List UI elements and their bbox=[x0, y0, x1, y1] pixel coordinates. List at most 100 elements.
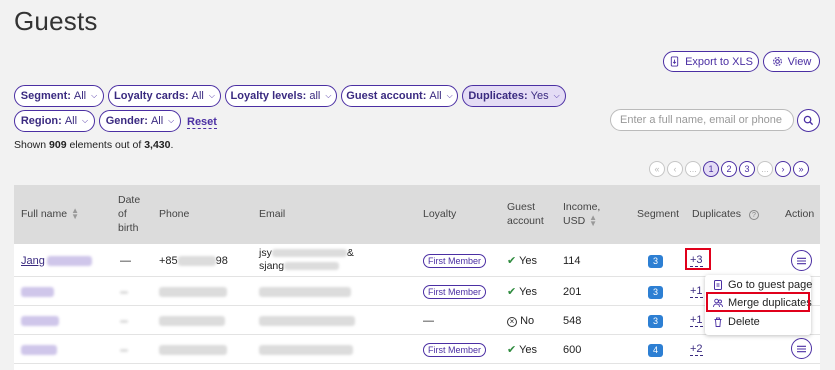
filter-key: Duplicates: bbox=[468, 90, 528, 102]
menu-icon bbox=[797, 345, 806, 352]
reset-filters-link[interactable]: Reset bbox=[187, 116, 217, 129]
check-circle-icon: ✔ bbox=[507, 255, 517, 267]
page-1-button[interactable]: 1 bbox=[703, 161, 719, 177]
pagination-ellipsis: ... bbox=[757, 161, 773, 177]
chevron-down-icon: ⌵ bbox=[446, 91, 453, 100]
account-value: Yes bbox=[519, 255, 538, 267]
guest-account: × No bbox=[507, 314, 534, 328]
guest-email bbox=[259, 285, 351, 299]
guest-income: 548 bbox=[563, 315, 582, 327]
duplicates-highlight bbox=[685, 248, 711, 270]
email-line2: sjang bbox=[259, 260, 285, 272]
check-circle-icon: ✔ bbox=[507, 286, 517, 298]
filter-gender[interactable]: Gender: All ⌵ bbox=[99, 110, 181, 132]
guest-phone: +85 98 bbox=[159, 254, 228, 268]
duplicates-link[interactable]: +1 bbox=[690, 314, 703, 327]
pagination: « ‹ ... 1 2 3 ... › » bbox=[649, 161, 809, 177]
filter-region[interactable]: Region: All ⌵ bbox=[14, 110, 95, 132]
menu-icon bbox=[797, 257, 806, 264]
sort-icon: ▲ ▼ bbox=[589, 213, 598, 229]
row-action-button[interactable] bbox=[791, 338, 812, 359]
prev-page-button[interactable]: ‹ bbox=[667, 161, 683, 177]
filter-value: Yes bbox=[530, 90, 549, 102]
filter-loyalty-levels[interactable]: Loyalty levels: all ⌵ bbox=[225, 85, 337, 107]
page-2-button[interactable]: 2 bbox=[721, 161, 737, 177]
guest-name[interactable] bbox=[21, 285, 54, 299]
segment-badge: 3 bbox=[648, 286, 663, 299]
x-circle-icon: × bbox=[507, 317, 517, 327]
last-page-button[interactable]: » bbox=[793, 161, 809, 177]
trash-icon bbox=[714, 317, 722, 327]
view-button[interactable]: View bbox=[763, 51, 820, 72]
filter-key: Loyalty levels: bbox=[230, 90, 307, 102]
redacted-dob bbox=[120, 348, 128, 352]
filter-key: Loyalty cards: bbox=[114, 90, 189, 102]
duplicates-link[interactable]: +2 bbox=[690, 343, 703, 356]
summary-prefix: Shown bbox=[14, 139, 47, 151]
guest-name[interactable]: Jang bbox=[21, 254, 92, 268]
redacted-dob bbox=[120, 290, 128, 294]
guest-income: 201 bbox=[563, 286, 582, 298]
filter-guest-account[interactable]: Guest account: All ⌵ bbox=[341, 85, 458, 107]
col-dob: Date of birth bbox=[118, 194, 141, 234]
guest-name-link[interactable]: Jang bbox=[21, 255, 45, 267]
email-line1: jsy bbox=[259, 247, 272, 259]
menu-delete[interactable]: Delete bbox=[713, 316, 760, 328]
row-action-button[interactable] bbox=[791, 250, 812, 271]
loyalty-empty: — bbox=[423, 315, 434, 327]
filter-value: All bbox=[150, 115, 164, 127]
gear-icon bbox=[772, 57, 782, 66]
view-label: View bbox=[787, 55, 812, 68]
search-button[interactable] bbox=[797, 109, 820, 132]
total-count: 3,430 bbox=[144, 139, 171, 151]
col-full-name[interactable]: Full name ▲ ▼ bbox=[21, 207, 79, 221]
col-phone: Phone bbox=[159, 208, 190, 220]
header-label: Duplicates bbox=[692, 208, 742, 220]
shown-count: 909 bbox=[49, 139, 67, 151]
menu-go-to-guest-page[interactable]: Go to guest page bbox=[713, 279, 812, 291]
chevron-down-icon: ⌵ bbox=[82, 116, 89, 125]
col-income[interactable]: Income, USD ▲ ▼ bbox=[563, 200, 625, 228]
check-circle-icon: ✔ bbox=[507, 344, 517, 356]
search-icon bbox=[803, 115, 814, 126]
col-email: Email bbox=[259, 208, 286, 220]
filter-value: All bbox=[429, 90, 442, 102]
filter-key: Segment: bbox=[20, 90, 71, 102]
col-action: Action bbox=[785, 208, 815, 220]
guest-dob: — bbox=[120, 255, 131, 267]
redacted-name bbox=[46, 256, 92, 267]
search-input[interactable] bbox=[610, 109, 794, 131]
table-header: Full name ▲ ▼ Date of birth Phone Email Lo… bbox=[14, 185, 820, 244]
guest-name[interactable] bbox=[21, 343, 57, 357]
next-page-button[interactable]: › bbox=[775, 161, 791, 177]
filter-value: All bbox=[191, 90, 204, 102]
page-title: Guests bbox=[14, 6, 98, 36]
filter-value: all bbox=[309, 90, 321, 102]
first-page-button[interactable]: « bbox=[649, 161, 665, 177]
redacted-name bbox=[21, 345, 57, 356]
page-3-button[interactable]: 3 bbox=[739, 161, 755, 177]
export-xls-button[interactable]: Export to XLS bbox=[663, 51, 759, 72]
guest-income: 114 bbox=[563, 255, 581, 267]
filter-loyalty-cards[interactable]: Loyalty cards: All ⌵ bbox=[108, 85, 221, 107]
chevron-down-icon: ⌵ bbox=[168, 116, 175, 125]
filter-key: Gender: bbox=[105, 115, 148, 127]
guest-name[interactable] bbox=[21, 314, 59, 328]
guest-dob bbox=[120, 285, 128, 299]
header-label: Full name bbox=[21, 208, 68, 220]
redacted-phone bbox=[159, 287, 227, 298]
help-icon[interactable]: ? bbox=[748, 210, 759, 220]
summary-middle: elements out of bbox=[69, 139, 142, 151]
loyalty-tag: First Member bbox=[423, 343, 487, 357]
filter-segment[interactable]: Segment: All ⌵ bbox=[14, 85, 104, 107]
guest-email bbox=[259, 314, 355, 328]
redacted-email bbox=[259, 345, 353, 356]
document-icon bbox=[714, 280, 722, 290]
guests-table: Full name ▲ ▼ Date of birth Phone Email Lo… bbox=[14, 185, 820, 370]
col-duplicates: Duplicates ? bbox=[692, 207, 759, 221]
phone-end: 98 bbox=[215, 255, 228, 267]
segment-badge: 3 bbox=[648, 315, 663, 328]
duplicates-link[interactable]: +1 bbox=[690, 285, 703, 298]
results-summary: Shown 909 elements out of 3,430. bbox=[14, 139, 173, 151]
filter-duplicates[interactable]: Duplicates: Yes ⌵ bbox=[462, 85, 566, 107]
